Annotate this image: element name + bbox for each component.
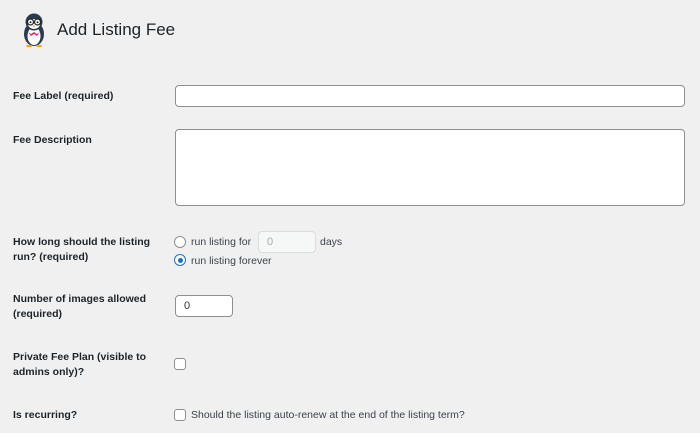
images-allowed-label: Number of images allowed (required) [13,292,146,322]
days-unit-label: days [320,236,343,248]
fee-description-textarea[interactable] [175,129,685,206]
run-forever-radio[interactable] [174,254,186,266]
images-label-line2: (required) [13,308,63,320]
duration-label-line1: How long should the listing [13,236,151,248]
run-for-days-label: run listing for [191,236,252,248]
images-label-line1: Number of images allowed [13,293,147,305]
fee-description-label: Fee Description [13,134,92,146]
page-header: Add Listing Fee [18,12,175,48]
images-allowed-input[interactable] [175,295,233,317]
page-title: Add Listing Fee [57,20,176,39]
recurring-label: Is recurring? [13,409,78,421]
fee-label-input[interactable] [175,85,685,107]
private-label-line2: admins only)? [13,366,85,378]
run-forever-label: run listing forever [191,255,272,267]
private-plan-checkbox[interactable] [174,358,186,370]
private-label-line1: Private Fee Plan (visible to [13,351,147,363]
penguin-mascot-icon [24,13,44,48]
recurring-checkbox[interactable] [174,409,186,421]
recurring-option-text: Should the listing auto-renew at the end… [191,409,465,421]
private-plan-label: Private Fee Plan (visible to admins only… [13,350,146,380]
fee-label-label: Fee Label (required) [13,90,114,102]
duration-label: How long should the listing run? (requir… [13,235,150,265]
run-for-days-radio[interactable] [174,236,186,248]
days-input[interactable] [258,231,316,253]
duration-label-line2: run? (required) [13,251,89,263]
